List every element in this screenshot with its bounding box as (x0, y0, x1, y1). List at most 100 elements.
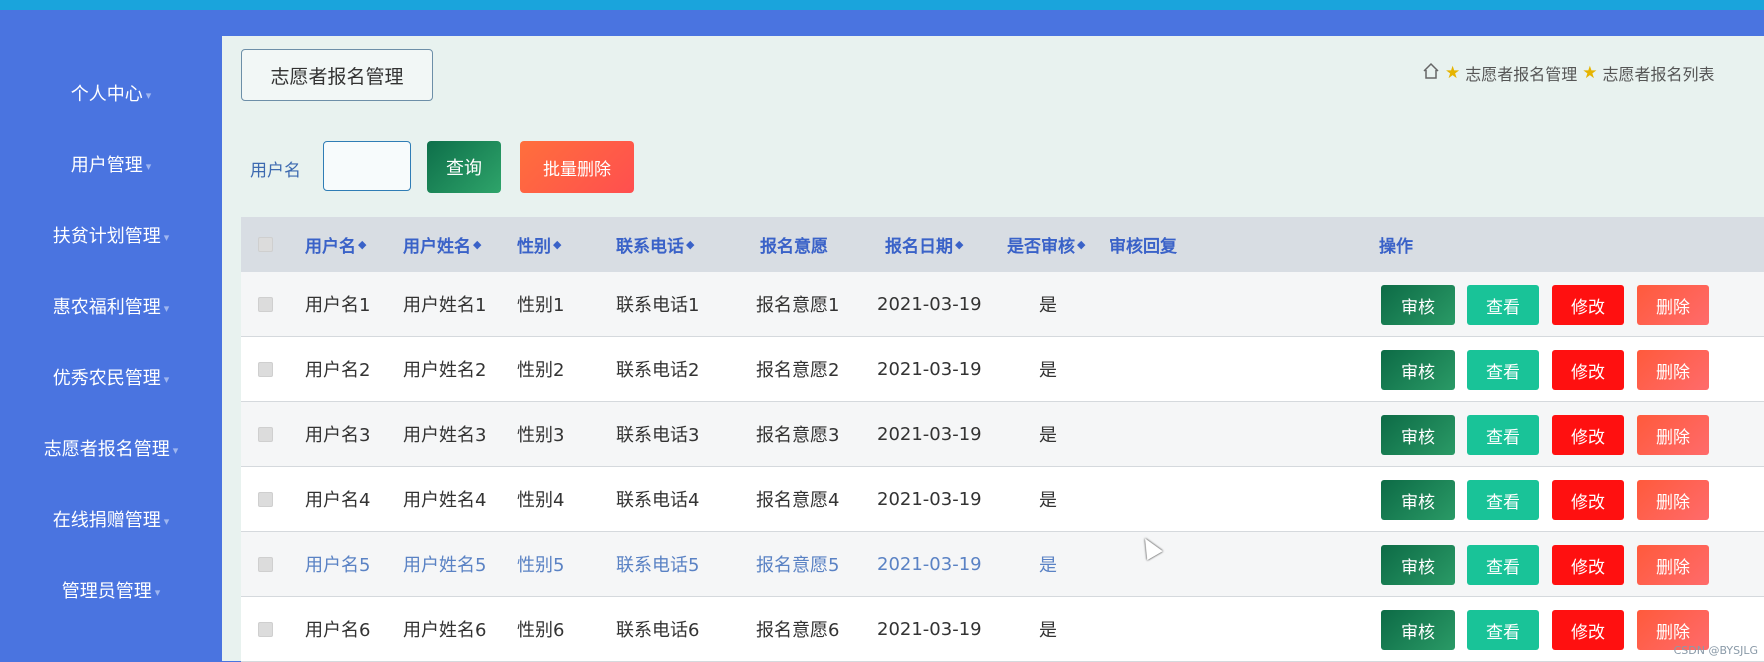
delete-button[interactable]: 删除 (1637, 285, 1709, 325)
view-button[interactable]: 查看 (1467, 415, 1539, 455)
delete-button[interactable]: 删除 (1637, 480, 1709, 520)
col-header-gender[interactable]: 性别 ◆ (517, 217, 561, 272)
row-checkbox[interactable] (258, 597, 273, 661)
sidebar: 个人中心 ▾ 用户管理 ▾ 扶贫计划管理 ▾ 惠农福利管理 ▾ 优秀农民管理 ▾ 志愿者报… (0, 10, 222, 661)
cell-phone: 联系电话6 (616, 620, 700, 641)
cell-intent: 报名意愿2 (756, 360, 840, 381)
caret-down-icon: ▾ (145, 88, 152, 102)
sidebar-item-welfare[interactable]: 惠农福利管理 ▾ (0, 293, 222, 319)
search-label: 用户名 (250, 161, 301, 181)
review-button[interactable]: 审核 (1381, 350, 1455, 390)
cell-username: 用户名5 (305, 555, 371, 576)
star-icon: ★ (1582, 63, 1598, 83)
caret-down-icon: ▾ (163, 301, 170, 315)
delete-button[interactable]: 删除 (1637, 415, 1709, 455)
username-search-input[interactable] (323, 141, 411, 191)
cell-gender: 性别6 (517, 620, 565, 641)
sidebar-item-volunteer-signup[interactable]: 志愿者报名管理 ▾ (0, 435, 222, 461)
row-checkbox[interactable] (258, 402, 273, 466)
edit-button[interactable]: 修改 (1552, 610, 1624, 650)
edit-button[interactable]: 修改 (1552, 285, 1624, 325)
row-checkbox[interactable] (258, 467, 273, 531)
caret-down-icon: ▾ (145, 159, 152, 173)
breadcrumb-item[interactable]: 志愿者报名列表 (1603, 61, 1715, 85)
view-button[interactable]: 查看 (1467, 350, 1539, 390)
batch-delete-button[interactable]: 批量删除 (520, 141, 634, 193)
cell-phone: 联系电话1 (616, 295, 700, 316)
sidebar-item-donation[interactable]: 在线捐赠管理 ▾ (0, 506, 222, 532)
cell-reviewed: 是 (1039, 360, 1057, 381)
select-all-checkbox[interactable] (258, 217, 273, 272)
cell-name: 用户姓名1 (403, 295, 487, 316)
sidebar-item-label: 优秀农民管理 (52, 368, 161, 389)
row-checkbox[interactable] (258, 272, 273, 336)
sidebar-item-label: 用户管理 (70, 155, 143, 176)
table-row: 用户名6 用户姓名6 性别6 联系电话6 报名意愿6 2021-03-19 是 … (241, 597, 1764, 662)
review-button[interactable]: 审核 (1381, 415, 1455, 455)
review-button[interactable]: 审核 (1381, 285, 1455, 325)
view-button[interactable]: 查看 (1467, 610, 1539, 650)
cell-phone: 联系电话5 (616, 555, 700, 576)
cell-gender: 性别4 (517, 490, 565, 511)
view-button[interactable]: 查看 (1467, 285, 1539, 325)
query-button[interactable]: 查询 (427, 141, 501, 193)
view-button[interactable]: 查看 (1467, 480, 1539, 520)
caret-down-icon: ▾ (172, 443, 179, 457)
cell-name: 用户姓名2 (403, 360, 487, 381)
sidebar-item-label: 扶贫计划管理 (52, 226, 161, 247)
sidebar-item-poverty-plan[interactable]: 扶贫计划管理 ▾ (0, 222, 222, 248)
review-button[interactable]: 审核 (1381, 545, 1455, 585)
cell-reviewed: 是 (1039, 295, 1057, 316)
edit-button[interactable]: 修改 (1552, 480, 1624, 520)
breadcrumb-item[interactable]: 志愿者报名管理 (1465, 61, 1577, 85)
col-header-reviewed[interactable]: 是否审核 ◆ (1007, 217, 1085, 272)
edit-button[interactable]: 修改 (1552, 415, 1624, 455)
review-button[interactable]: 审核 (1381, 610, 1455, 650)
sidebar-item-personal-center[interactable]: 个人中心 ▾ (0, 80, 222, 106)
breadcrumb: ★ 志愿者报名管理 ★ 志愿者报名列表 (1422, 61, 1715, 85)
cell-gender: 性别1 (517, 295, 565, 316)
view-button[interactable]: 查看 (1467, 545, 1539, 585)
sort-icon: ◆ (955, 238, 964, 251)
table-row: 用户名2 用户姓名2 性别2 联系电话2 报名意愿2 2021-03-19 是 … (241, 337, 1764, 402)
data-table: 用户名 ◆ 用户姓名 ◆ 性别 ◆ 联系电话 ◆ 报名意愿 报名日期 ◆ 是否审核 ◆ 审核… (241, 217, 1764, 662)
table-row: 用户名1 用户姓名1 性别1 联系电话1 报名意愿1 2021-03-19 是 … (241, 272, 1764, 337)
cell-intent: 报名意愿6 (756, 620, 840, 641)
sidebar-item-label: 管理员管理 (61, 581, 152, 602)
sidebar-item-user-management[interactable]: 用户管理 ▾ (0, 151, 222, 177)
home-icon[interactable] (1422, 62, 1440, 84)
delete-button[interactable]: 删除 (1637, 350, 1709, 390)
caret-down-icon: ▾ (163, 514, 170, 528)
top-bar (0, 0, 1764, 10)
cell-date: 2021-03-19 (877, 618, 982, 640)
cell-reviewed: 是 (1039, 620, 1057, 641)
row-checkbox[interactable] (258, 532, 273, 596)
sort-icon: ◆ (553, 238, 562, 251)
col-header-date[interactable]: 报名日期 ◆ (885, 217, 963, 272)
cell-username: 用户名6 (305, 620, 371, 641)
review-button[interactable]: 审核 (1381, 480, 1455, 520)
edit-button[interactable]: 修改 (1552, 350, 1624, 390)
cell-intent: 报名意愿3 (756, 425, 840, 446)
cell-username: 用户名1 (305, 295, 371, 316)
col-header-username[interactable]: 用户名 ◆ (305, 217, 366, 272)
cell-gender: 性别5 (517, 555, 565, 576)
sidebar-item-label: 志愿者报名管理 (43, 439, 170, 460)
cell-name: 用户姓名6 (403, 620, 487, 641)
star-icon: ★ (1445, 63, 1461, 83)
row-checkbox[interactable] (258, 337, 273, 401)
col-header-phone[interactable]: 联系电话 ◆ (616, 217, 694, 272)
watermark: CSDN @BYSJLG (1673, 644, 1758, 657)
cell-username: 用户名3 (305, 425, 371, 446)
sidebar-item-farmers[interactable]: 优秀农民管理 ▾ (0, 364, 222, 390)
table-row: 用户名3 用户姓名3 性别3 联系电话3 报名意愿3 2021-03-19 是 … (241, 402, 1764, 467)
cell-username: 用户名2 (305, 360, 371, 381)
sidebar-item-admin[interactable]: 管理员管理 ▾ (0, 577, 222, 603)
delete-button[interactable]: 删除 (1637, 545, 1709, 585)
cell-reviewed: 是 (1039, 490, 1057, 511)
cell-date: 2021-03-19 (877, 358, 982, 380)
col-header-name[interactable]: 用户姓名 ◆ (403, 217, 481, 272)
cell-name: 用户姓名4 (403, 490, 487, 511)
cell-intent: 报名意愿1 (756, 295, 840, 316)
edit-button[interactable]: 修改 (1552, 545, 1624, 585)
